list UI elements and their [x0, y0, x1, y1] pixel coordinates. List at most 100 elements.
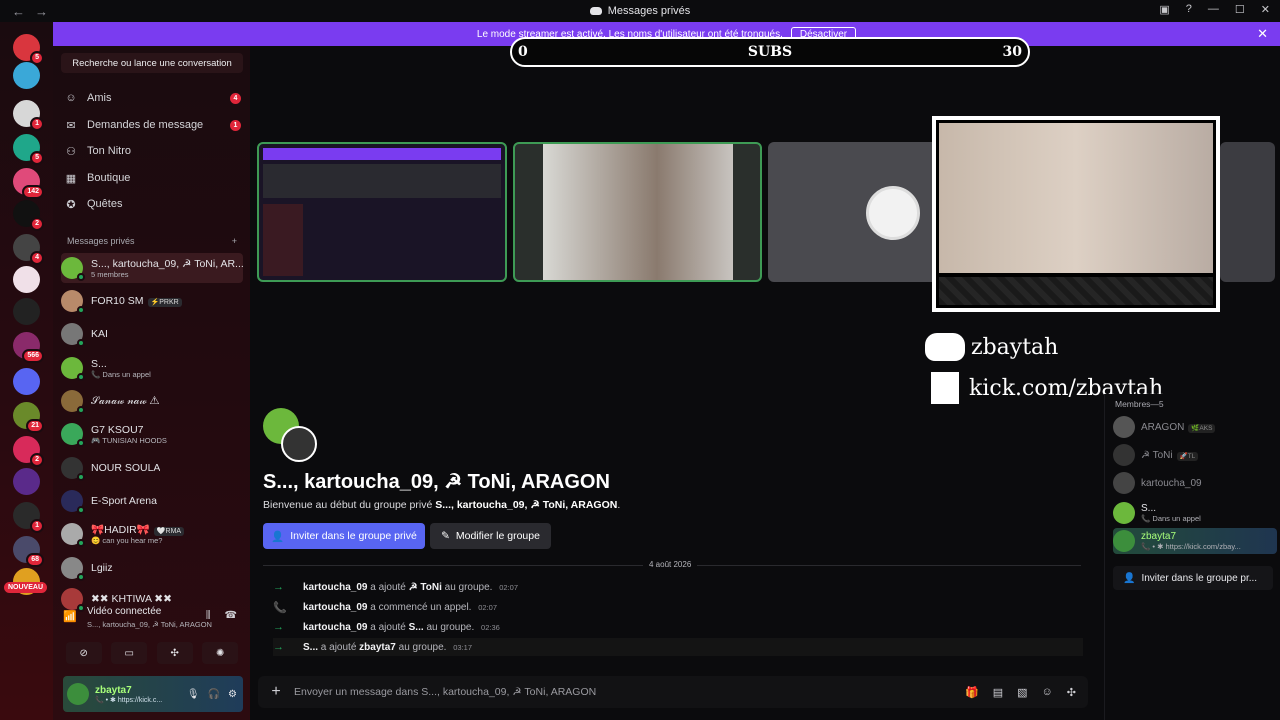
activities-button[interactable]: ✣	[156, 642, 193, 664]
edit-group-button[interactable]: ✎ Modifier le groupe	[430, 523, 551, 549]
new-badge[interactable]: NOUVEAU	[4, 582, 48, 593]
dm-item[interactable]: Lgiiz	[61, 553, 243, 583]
attach-plus-icon[interactable]: +	[258, 683, 294, 701]
discord-handle-overlay: zbaytah	[925, 333, 1058, 361]
invite-to-group-button[interactable]: 👤 Inviter dans le groupe privé	[263, 523, 425, 549]
message-actor[interactable]: kartoucha_09	[303, 602, 367, 613]
message-target[interactable]: zbayta7	[359, 642, 396, 653]
server-icon[interactable]	[13, 468, 40, 495]
member-name: ARAGON 🌿AKS	[1141, 422, 1216, 433]
noise-suppression-icon[interactable]: ⫼	[206, 610, 211, 621]
video-tile-participant[interactable]	[513, 142, 762, 282]
minimize-icon[interactable]: —	[1208, 3, 1219, 16]
system-message[interactable]: 📞 kartoucha_09 a commencé un appel. 02:07	[273, 598, 1083, 616]
add-dm-icon[interactable]: +	[232, 236, 237, 246]
call-icon: 📞	[273, 601, 287, 614]
members-invite-button[interactable]: 👤 Inviter dans le groupe pr...	[1113, 566, 1273, 590]
message-input[interactable]: Envoyer un message dans S..., kartoucha_…	[294, 686, 596, 698]
soundboard-button[interactable]: ✺	[202, 642, 239, 664]
composer-tools: 🎁 ▤ ▧ ☺ ✣	[965, 686, 1088, 699]
member-item[interactable]: kartoucha_09	[1113, 470, 1277, 496]
gif-icon[interactable]: ▤	[993, 686, 1003, 699]
dm-name-text: KAI	[91, 328, 108, 340]
apps-icon[interactable]: ✣	[1067, 686, 1076, 699]
subs-progress-bar: 0 SUBS 30	[510, 37, 1030, 67]
dm-name: S...	[91, 358, 151, 370]
user-avatar[interactable]	[67, 683, 89, 705]
message-actor[interactable]: S...	[303, 642, 318, 653]
inbox-icon[interactable]: ▣	[1159, 3, 1169, 16]
member-item[interactable]: ☭ ToNi 🚀TL	[1113, 442, 1277, 468]
nav-shop[interactable]: ▦ Boutique	[65, 168, 241, 188]
maximize-icon[interactable]: ☐	[1235, 3, 1245, 16]
member-name: ☭ ToNi 🚀TL	[1141, 450, 1199, 461]
dm-item[interactable]: S... 📞 Dans un appel	[61, 353, 243, 383]
member-item[interactable]: S... 📞 Dans un appel	[1113, 500, 1277, 526]
dm-item[interactable]: E-Sport Arena	[61, 486, 243, 516]
screen-share-tile[interactable]	[257, 142, 507, 282]
server-icon[interactable]: 5	[13, 134, 44, 165]
dm-item[interactable]: 𝒮𝒶𝓃𝒶𝓌 𝓃𝒶𝓌 ⚠	[61, 386, 243, 416]
disconnect-icon[interactable]: ☎	[225, 610, 237, 621]
dm-item[interactable]: NOUR SOULA	[61, 453, 243, 483]
dm-item[interactable]: FOR10 SM ⚡PRKR	[61, 286, 243, 316]
voice-channel-name[interactable]: S..., kartoucha_09, ☭ ToNi, ARAGON	[87, 620, 243, 629]
server-icon[interactable]: 21	[13, 402, 44, 433]
message-actor[interactable]: kartoucha_09	[303, 622, 367, 633]
member-item[interactable]: zbayta7 📞 • ✱ https://kick.com/zbay...	[1113, 528, 1277, 554]
server-icon[interactable]: 1	[13, 100, 44, 131]
join-arrow-icon: →	[273, 581, 284, 593]
message-composer[interactable]: + Envoyer un message dans S..., kartouch…	[258, 676, 1088, 708]
emoji-icon[interactable]: ☺	[1042, 686, 1053, 699]
server-icon[interactable]: 566	[13, 332, 44, 363]
nav-friends[interactable]: ☺ Amis 4	[65, 88, 241, 108]
dm-text: G7 KSOU7 🎮 TUNISIAN HOODS	[91, 424, 167, 445]
message-body: kartoucha_09 a commencé un appel. 02:07	[303, 602, 497, 613]
message-target[interactable]: ☭ ToNi	[409, 582, 442, 593]
server-icon[interactable]: 5	[13, 34, 44, 65]
participant-avatar	[866, 186, 920, 240]
presence-dot	[77, 306, 85, 314]
help-icon[interactable]: ?	[1186, 3, 1192, 16]
close-banner-icon[interactable]: ✕	[1257, 26, 1268, 42]
server-icon[interactable]: 142	[13, 168, 44, 199]
server-icon[interactable]: 2	[13, 200, 44, 231]
message-time: 02:36	[481, 622, 500, 632]
microphone-icon[interactable]: 🎙	[187, 689, 200, 700]
message-target[interactable]: S...	[409, 622, 424, 633]
member-avatar	[1113, 472, 1135, 494]
system-message[interactable]: → kartoucha_09 a ajouté S... au groupe. 0…	[273, 618, 1083, 636]
message-actor[interactable]: kartoucha_09	[303, 582, 367, 593]
screen-share-icon: ▭	[124, 647, 134, 659]
screen-share-button[interactable]: ▭	[111, 642, 148, 664]
nav-quests[interactable]: ✪ Quêtes	[65, 194, 241, 214]
system-message[interactable]: → S... a ajouté zbayta7 au groupe. 03:17	[273, 638, 1083, 656]
server-icon[interactable]: 2	[13, 436, 44, 467]
dm-item[interactable]: G7 KSOU7 🎮 TUNISIAN HOODS	[61, 419, 243, 449]
nav-nitro[interactable]: ⚇ Ton Nitro	[65, 141, 241, 161]
server-icon[interactable]	[13, 266, 40, 293]
server-icon[interactable]	[13, 368, 40, 395]
dm-item[interactable]: KAI	[61, 319, 243, 349]
dm-item[interactable]: 🎀HADIR🎀 🤍RMA 😊 can you hear me?	[61, 519, 243, 549]
member-item[interactable]: ARAGON 🌿AKS	[1113, 414, 1277, 440]
dm-text: Lgiiz	[91, 562, 113, 574]
title-bar: ← → Messages privés ▣ ? — ☐ ✕	[0, 0, 1280, 22]
nav-message-requests[interactable]: ✉ Demandes de message 1	[65, 115, 241, 135]
search-conversation-button[interactable]: Recherche ou lance une conversation	[61, 53, 243, 73]
system-message[interactable]: → kartoucha_09 a ajouté ☭ ToNi au groupe.…	[273, 578, 1083, 596]
video-tile-extra[interactable]	[1220, 142, 1275, 282]
gift-icon[interactable]: 🎁	[965, 686, 979, 699]
server-icon[interactable]	[13, 298, 40, 325]
user-panel[interactable]: zbayta7 📞 • ✱ https://kick.c... 🎙 🎧 ⚙	[63, 676, 243, 712]
headphones-icon[interactable]: 🎧	[208, 689, 220, 700]
server-icon[interactable]: 1	[13, 502, 44, 533]
sticker-icon[interactable]: ▧	[1017, 686, 1027, 699]
server-icon[interactable]: 4	[13, 234, 44, 265]
settings-gear-icon[interactable]: ⚙	[228, 689, 237, 700]
dm-item[interactable]: S..., kartoucha_09, ☭ ToNi, AR... 5 membr…	[61, 253, 243, 283]
close-window-icon[interactable]: ✕	[1261, 3, 1270, 16]
camera-off-button[interactable]: ⊘	[65, 642, 102, 664]
server-icon[interactable]	[13, 62, 40, 89]
server-icon[interactable]: 68	[13, 536, 44, 567]
